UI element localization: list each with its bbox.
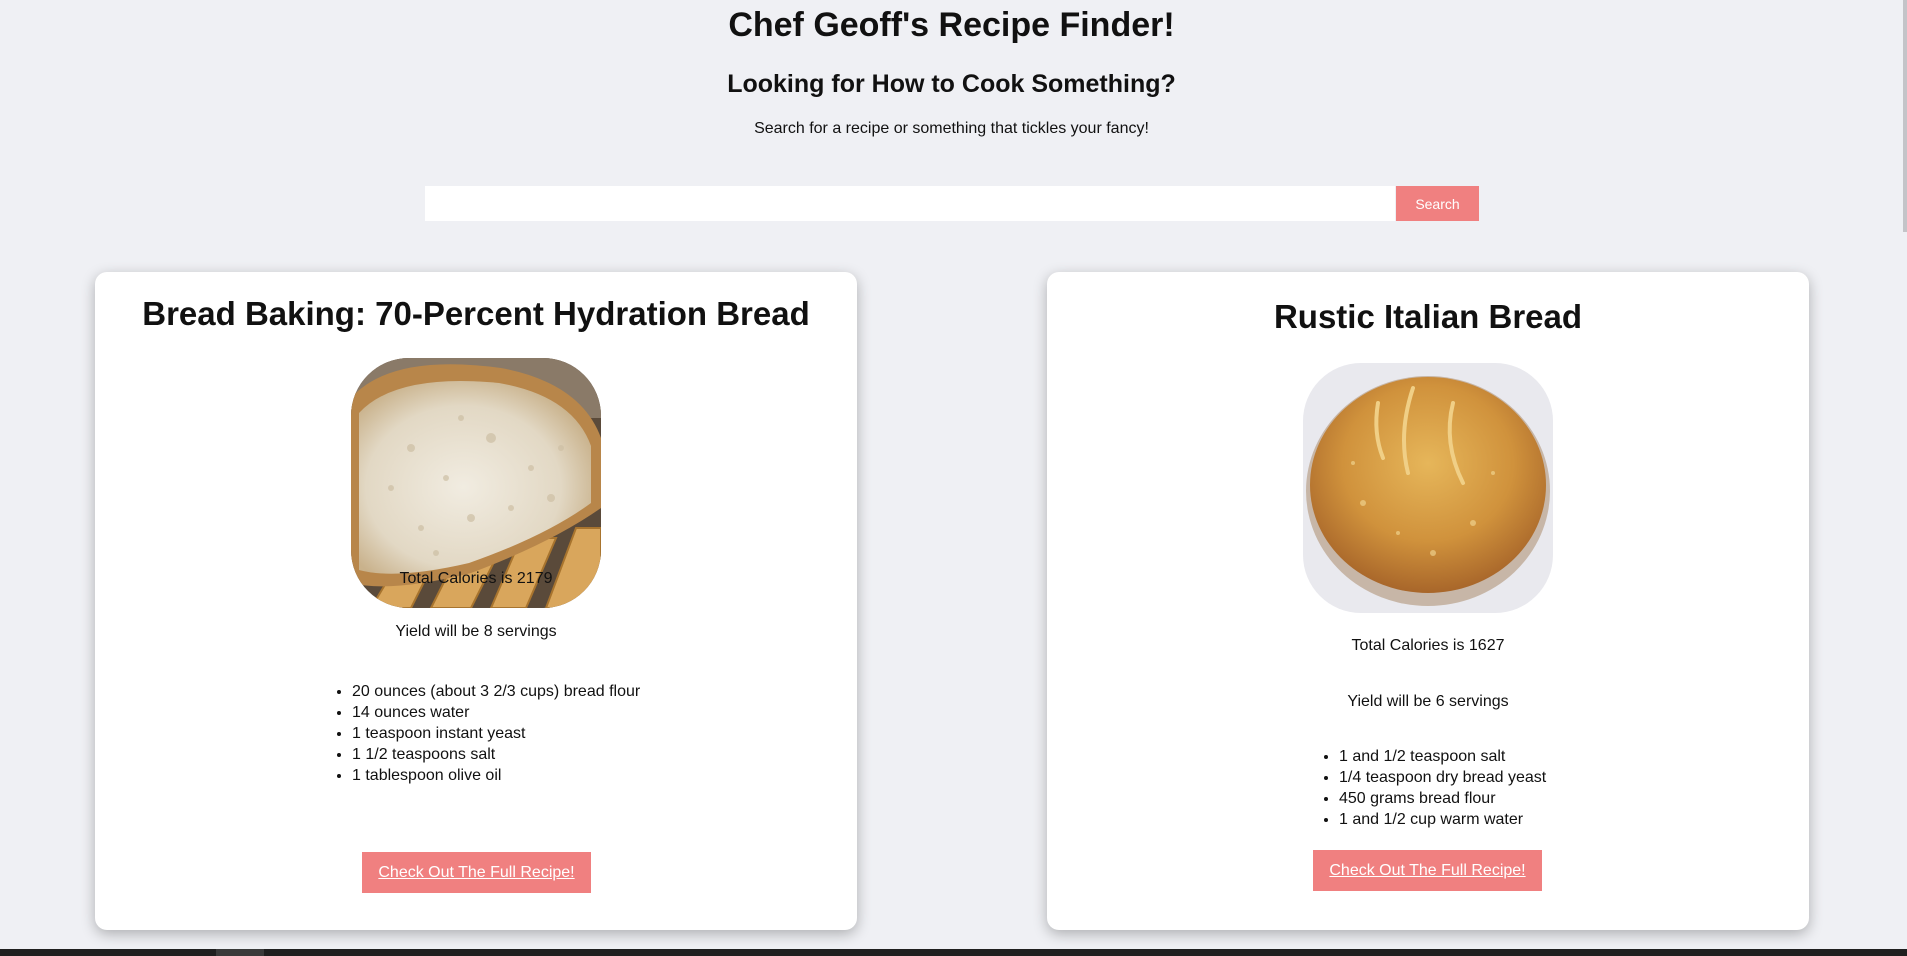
page-subtitle: Looking for How to Cook Something? <box>727 70 1176 98</box>
recipe-title: Bread Baking: 70-Percent Hydration Bread <box>142 295 810 332</box>
recipe-calories: Total Calories is 2179 <box>399 570 553 587</box>
ingredient-item: 1 teaspoon instant yeast <box>352 723 640 744</box>
site-title: Chef Geoff's Recipe Finder! <box>728 6 1175 44</box>
full-recipe-link[interactable]: Check Out The Full Recipe! <box>362 852 591 893</box>
recipe-title: Rustic Italian Bread <box>1273 298 1583 335</box>
ingredient-item: 20 ounces (about 3 2/3 cups) bread flour <box>352 681 640 702</box>
ingredient-item: 1 tablespoon olive oil <box>352 765 640 786</box>
recipe-card: Rustic Italian Bread Total Calories is 1… <box>1047 272 1809 930</box>
recipe-yield: Yield will be 8 servings <box>395 623 557 640</box>
ingredient-list: 1 and 1/2 teaspoon salt 1/4 teaspoon dry… <box>1317 746 1546 830</box>
recipe-yield: Yield will be 6 servings <box>1347 693 1509 710</box>
search-bar: Search <box>425 186 1479 221</box>
taskbar-app[interactable] <box>216 949 264 956</box>
ingredient-item: 450 grams bread flour <box>1339 788 1546 809</box>
ingredient-list: 20 ounces (about 3 2/3 cups) bread flour… <box>330 681 640 786</box>
tagline: Search for a recipe or something that ti… <box>754 120 1149 137</box>
recipe-image <box>1303 363 1553 613</box>
search-input[interactable] <box>425 186 1395 221</box>
ingredient-item: 1 1/2 teaspoons salt <box>352 744 640 765</box>
page: Chef Geoff's Recipe Finder! Looking for … <box>0 0 1907 956</box>
taskbar <box>0 949 1907 956</box>
ingredient-item: 14 ounces water <box>352 702 640 723</box>
scrollbar[interactable] <box>1903 0 1907 232</box>
search-button[interactable]: Search <box>1396 186 1479 221</box>
recipe-calories: Total Calories is 1627 <box>1351 637 1505 654</box>
ingredient-item: 1 and 1/2 teaspoon salt <box>1339 746 1546 767</box>
ingredient-item: 1/4 teaspoon dry bread yeast <box>1339 767 1546 788</box>
recipe-card: Bread Baking: 70-Percent Hydration Bread <box>95 272 857 930</box>
full-recipe-link[interactable]: Check Out The Full Recipe! <box>1313 850 1542 891</box>
round-loaf-photo <box>1303 363 1553 613</box>
ingredient-item: 1 and 1/2 cup warm water <box>1339 809 1546 830</box>
